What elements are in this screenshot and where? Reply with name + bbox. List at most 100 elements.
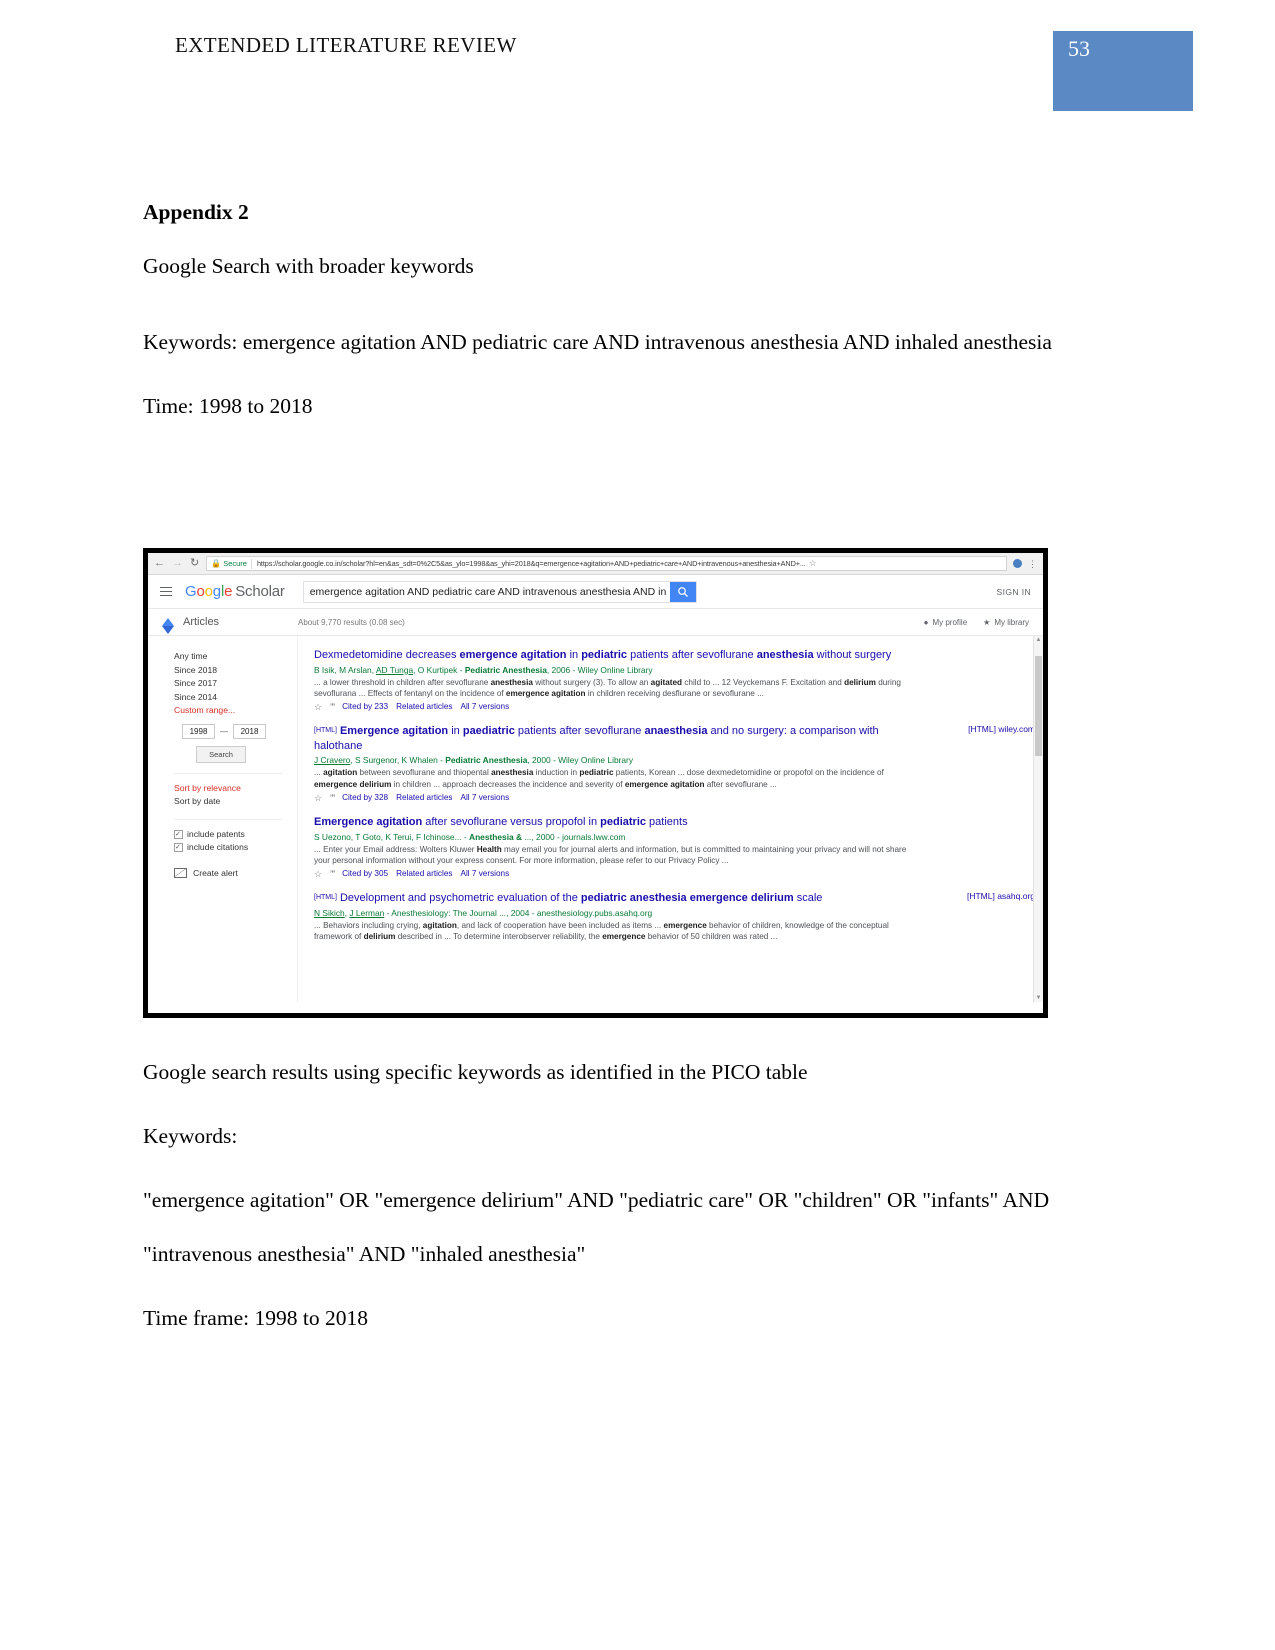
result-authors: S Uezono, T Goto, K Terui, F Ichinose...… bbox=[314, 831, 626, 842]
body-bottom: Google search results using specific key… bbox=[143, 1045, 1103, 1345]
year-from-input[interactable]: 1998 bbox=[182, 723, 215, 739]
related-articles-link[interactable]: Related articles bbox=[396, 868, 452, 880]
result-snippet: ... agitation between sevoflurane and th… bbox=[314, 768, 884, 789]
google-scholar-logo[interactable]: Google Scholar bbox=[185, 583, 285, 600]
sign-in-link[interactable]: SIGN IN bbox=[997, 587, 1031, 597]
year-to-input[interactable]: 2018 bbox=[233, 723, 266, 739]
scrollbar-thumb[interactable] bbox=[1035, 656, 1042, 756]
result-item: Dexmedetomidine decreases emergence agit… bbox=[314, 648, 1043, 713]
filter-since-2018[interactable]: Since 2018 bbox=[174, 664, 297, 678]
forward-icon[interactable]: → bbox=[172, 558, 183, 569]
html-tag: [HTML] bbox=[314, 894, 337, 902]
related-articles-link[interactable]: Related articles bbox=[396, 701, 452, 713]
save-star-icon[interactable]: ☆ bbox=[314, 868, 322, 880]
my-profile-link[interactable]: ● My profile bbox=[924, 618, 968, 627]
scholar-main: Any time Since 2018 Since 2017 Since 201… bbox=[148, 636, 1043, 1002]
search-icon bbox=[677, 586, 688, 597]
result-footer: ☆ ”” Cited by 305 Related articles All 7… bbox=[314, 868, 923, 880]
result-footer: ☆ ”” Cited by 328 Related articles All 7… bbox=[314, 792, 923, 804]
result-snippet: ... Enter your Email address: Wolters Kl… bbox=[314, 844, 907, 866]
keywords-label: Keywords: bbox=[143, 1124, 238, 1148]
running-header: EXTENDED LITERATURE REVIEW bbox=[175, 33, 517, 57]
document-page: EXTENDED LITERATURE REVIEW 53 Appendix 2… bbox=[0, 0, 1275, 1650]
secure-label: Secure bbox=[223, 559, 247, 568]
sort-by-date[interactable]: Sort by date bbox=[174, 795, 297, 809]
lock-icon: 🔒 bbox=[211, 559, 222, 568]
browser-toolbar: ← → ↻ 🔒 Secure https://scholar.google.co… bbox=[148, 553, 1043, 575]
scholar-sidebar: Any time Since 2018 Since 2017 Since 201… bbox=[148, 636, 298, 1002]
custom-range-inputs: 1998 — 2018 bbox=[182, 723, 297, 739]
filter-custom-range[interactable]: Custom range... bbox=[174, 704, 297, 718]
page-number: 53 bbox=[1068, 36, 1090, 61]
my-library-link[interactable]: ★ My library bbox=[983, 618, 1029, 627]
scholar-diamond-icon bbox=[162, 612, 174, 634]
extension-icon[interactable] bbox=[1013, 559, 1022, 568]
keywords-detail: "emergence agitation" OR "emergence deli… bbox=[143, 1188, 1050, 1266]
hamburger-menu-icon[interactable] bbox=[160, 586, 172, 597]
result-title[interactable]: [HTML] Emergence agitation in paediatric … bbox=[314, 724, 923, 753]
result-authors: J Cravero, S Surgenor, K Whalen - Pediat… bbox=[314, 755, 634, 766]
body-top: Appendix 2 Google Search with broader ke… bbox=[143, 185, 1103, 433]
result-count: About 9,770 results (0.08 sec) bbox=[298, 617, 405, 627]
cited-by-link[interactable]: Cited by 305 bbox=[342, 868, 388, 880]
filter-since-2017[interactable]: Since 2017 bbox=[174, 677, 297, 691]
include-patents-checkbox[interactable] bbox=[174, 828, 183, 841]
result-title[interactable]: Emergence agitation after sevoflurane ve… bbox=[314, 815, 923, 830]
my-library-label: My library bbox=[994, 617, 1029, 627]
versions-link[interactable]: All 7 versions bbox=[461, 792, 510, 804]
versions-link[interactable]: All 7 versions bbox=[461, 868, 510, 880]
include-patents-row[interactable]: include patents bbox=[174, 828, 297, 841]
cited-by-link[interactable]: Cited by 328 bbox=[342, 792, 388, 804]
result-source-link[interactable]: [HTML] wiley.com bbox=[968, 724, 1035, 734]
save-star-icon[interactable]: ☆ bbox=[314, 701, 322, 713]
appendix-title: Appendix 2 bbox=[143, 200, 249, 224]
quote-icon[interactable]: ”” bbox=[330, 701, 335, 713]
related-articles-link[interactable]: Related articles bbox=[396, 792, 452, 804]
quote-icon[interactable]: ”” bbox=[330, 868, 335, 880]
result-snippet: ... a lower threshold in children after … bbox=[314, 677, 901, 698]
scrollbar[interactable]: ▲ ▼ bbox=[1033, 636, 1043, 1002]
scroll-down-icon[interactable]: ▼ bbox=[1036, 995, 1042, 1001]
result-item: [HTML] wiley.com [HTML] Emergence agitati… bbox=[314, 724, 1043, 804]
scroll-up-icon[interactable]: ▲ bbox=[1036, 637, 1042, 643]
include-citations-row[interactable]: include citations bbox=[174, 841, 297, 854]
search-input-value[interactable]: emergence agitation AND pediatric care A… bbox=[304, 586, 670, 598]
url-text: https://scholar.google.co.in/scholar?hl=… bbox=[256, 559, 806, 568]
divider bbox=[174, 772, 283, 774]
filter-since-2014[interactable]: Since 2014 bbox=[174, 691, 297, 705]
quote-icon[interactable]: ”” bbox=[330, 792, 335, 804]
scholar-search-box[interactable]: emergence agitation AND pediatric care A… bbox=[302, 580, 697, 603]
result-source-link[interactable]: [HTML] asahq.org bbox=[967, 891, 1035, 901]
search-button[interactable] bbox=[669, 581, 696, 602]
result-title-text: Development and psychometric evaluation … bbox=[339, 892, 823, 905]
sidebar-search-button[interactable]: Search bbox=[196, 745, 246, 763]
my-profile-label: My profile bbox=[932, 617, 968, 627]
articles-section[interactable]: Articles bbox=[148, 612, 298, 634]
html-tag: [HTML] bbox=[314, 727, 337, 735]
reload-icon[interactable]: ↻ bbox=[190, 558, 199, 569]
bookmark-star-icon[interactable]: ☆ bbox=[809, 558, 817, 569]
time-line: Time: 1998 to 2018 bbox=[143, 394, 313, 418]
browser-menu-icon[interactable]: ⋮ bbox=[1028, 559, 1037, 568]
back-icon[interactable]: ← bbox=[154, 558, 165, 569]
filter-any-time[interactable]: Any time bbox=[174, 650, 297, 664]
address-bar[interactable]: 🔒 Secure https://scholar.google.co.in/sc… bbox=[206, 556, 1007, 571]
articles-label: Articles bbox=[183, 616, 220, 628]
save-star-icon[interactable]: ☆ bbox=[314, 792, 322, 804]
time-frame: Time frame: 1998 to 2018 bbox=[143, 1306, 368, 1330]
include-citations-checkbox[interactable] bbox=[174, 841, 183, 854]
create-alert-row[interactable]: Create alert bbox=[174, 867, 297, 878]
cited-by-link[interactable]: Cited by 233 bbox=[342, 701, 388, 713]
embedded-browser-screenshot: ← → ↻ 🔒 Secure https://scholar.google.co… bbox=[143, 548, 1048, 1018]
scholar-wordmark: Scholar bbox=[235, 583, 285, 600]
sort-by-relevance[interactable]: Sort by relevance bbox=[174, 782, 297, 796]
result-authors: B Isik, M Arslan, AD Tunga, O Kurtipek -… bbox=[314, 664, 653, 675]
result-title[interactable]: Dexmedetomidine decreases emergence agit… bbox=[314, 648, 923, 663]
keywords-line: Keywords: emergence agitation AND pediat… bbox=[143, 330, 1052, 354]
result-footer: ☆ ”” Cited by 233 Related articles All 7… bbox=[314, 701, 923, 713]
versions-link[interactable]: All 7 versions bbox=[461, 701, 510, 713]
profile-icon: ● bbox=[923, 617, 929, 627]
results-list: Dexmedetomidine decreases emergence agit… bbox=[298, 636, 1043, 1002]
result-title[interactable]: [HTML] Development and psychometric evalu… bbox=[314, 891, 923, 906]
appendix-subtitle: Google Search with broader keywords bbox=[143, 254, 474, 278]
